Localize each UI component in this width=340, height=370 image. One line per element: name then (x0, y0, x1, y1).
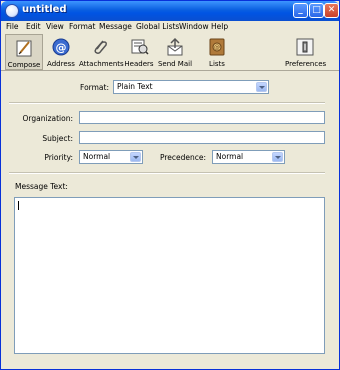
menu-view[interactable]: View (46, 22, 64, 31)
headers-button[interactable]: Headers (123, 34, 155, 70)
format-label: Format: (80, 83, 109, 92)
format-select[interactable]: Plain Text (113, 80, 269, 94)
maximize-button[interactable]: □ (309, 3, 324, 18)
compose-button[interactable]: Compose (5, 34, 43, 70)
attachments-label: Attachments (79, 60, 124, 68)
divider (9, 102, 325, 104)
compose-icon (16, 40, 32, 57)
at-sign-icon: @ (52, 38, 70, 56)
chevron-down-icon (272, 152, 283, 162)
headers-icon (131, 39, 149, 55)
organization-label: Organization: (22, 114, 73, 123)
send-mail-icon (167, 37, 183, 56)
menu-format[interactable]: Format (69, 22, 95, 31)
lists-button[interactable]: @ Lists (203, 34, 231, 70)
menu-message[interactable]: Message (99, 22, 132, 31)
precedence-value: Normal (216, 152, 244, 161)
compose-window: untitled _ □ ✕ File Edit View Format Mes… (0, 0, 340, 370)
text-caret (18, 201, 19, 210)
menu-bar: File Edit View Format Message Global Lis… (1, 21, 339, 34)
precedence-select[interactable]: Normal (212, 150, 285, 164)
menu-file[interactable]: File (6, 22, 19, 31)
compose-label: Compose (7, 61, 41, 69)
preferences-icon (296, 38, 314, 56)
subject-field[interactable] (79, 131, 325, 144)
menu-help[interactable]: Help (211, 22, 228, 31)
precedence-label: Precedence: (159, 153, 206, 162)
svg-text:@: @ (214, 44, 220, 51)
lists-icon: @ (209, 38, 225, 56)
window-title: untitled (22, 4, 67, 15)
priority-select[interactable]: Normal (79, 150, 143, 164)
send-mail-button[interactable]: Send Mail (157, 34, 193, 70)
message-text-label: Message Text: (15, 182, 68, 191)
paperclip-icon (94, 40, 107, 54)
svg-text:@: @ (56, 41, 67, 54)
attachments-button[interactable]: Attachments (79, 34, 124, 70)
address-label: Address (47, 60, 75, 68)
address-button[interactable]: @ Address (45, 34, 77, 70)
organization-field[interactable] (79, 111, 325, 124)
chevron-down-icon (256, 82, 267, 92)
headers-label: Headers (124, 60, 154, 68)
minimize-button[interactable]: _ (293, 3, 308, 18)
preferences-label: Preferences (285, 60, 327, 68)
chevron-down-icon (130, 152, 141, 162)
lists-label: Lists (209, 60, 225, 68)
priority-label: Priority: (44, 153, 73, 162)
close-button[interactable]: ✕ (324, 3, 339, 18)
app-icon (5, 4, 19, 18)
send-mail-label: Send Mail (157, 60, 193, 68)
divider (9, 172, 325, 174)
format-value: Plain Text (117, 82, 153, 91)
priority-value: Normal (83, 152, 111, 161)
subject-label: Subject: (42, 134, 73, 143)
toolbar: Compose @ Address Attachments Headers Se… (1, 34, 339, 71)
message-text-area[interactable] (14, 197, 325, 354)
menu-global-lists[interactable]: Global Lists (136, 22, 179, 31)
menu-window[interactable]: Window (179, 22, 209, 31)
preferences-button[interactable]: Preferences (285, 34, 327, 70)
menu-edit[interactable]: Edit (26, 22, 41, 31)
title-bar[interactable]: untitled _ □ ✕ (1, 1, 339, 21)
